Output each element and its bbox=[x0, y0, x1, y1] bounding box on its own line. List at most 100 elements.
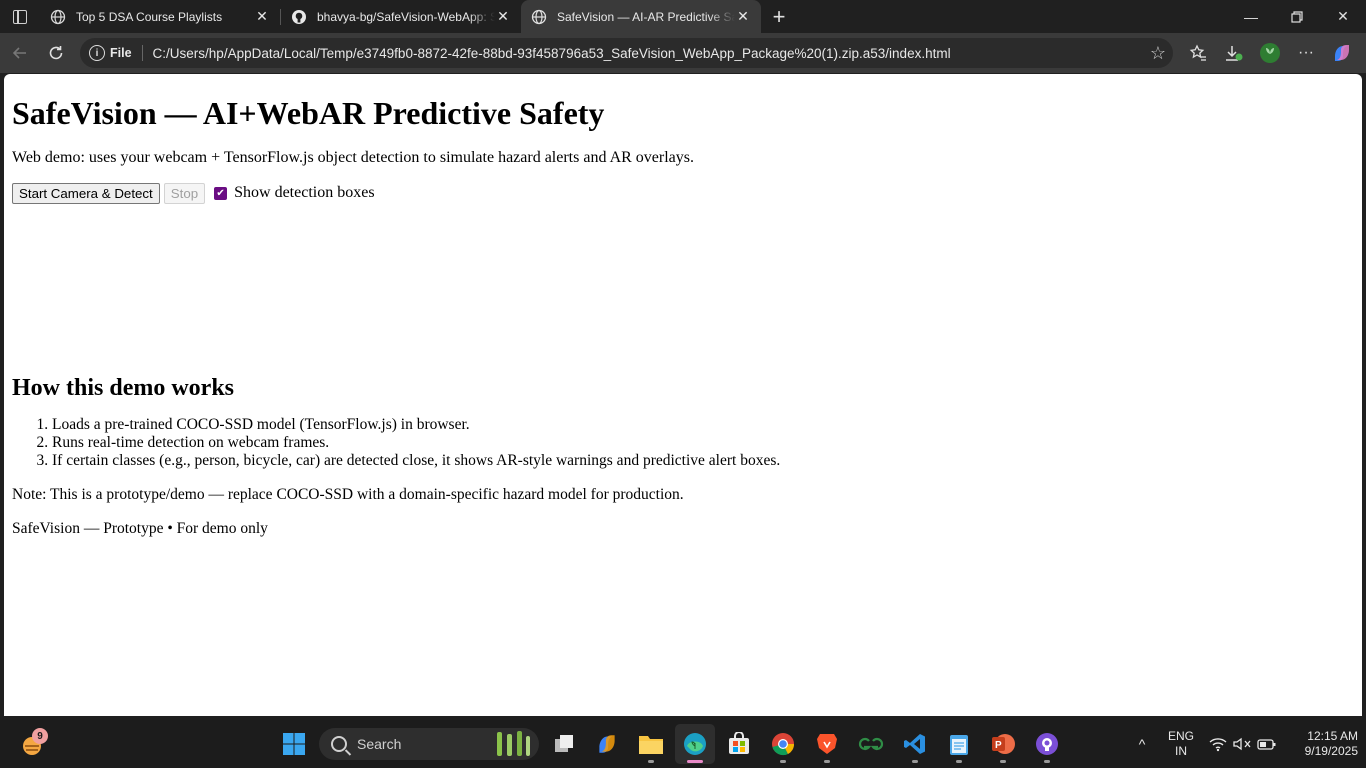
notepad-button[interactable] bbox=[939, 724, 979, 764]
info-icon[interactable]: i bbox=[89, 45, 105, 61]
restore-button[interactable] bbox=[1274, 0, 1320, 33]
clock-date: 9/19/2025 bbox=[1304, 744, 1358, 758]
edge-icon bbox=[684, 733, 706, 755]
toolbar-icons: ··· bbox=[1180, 33, 1360, 73]
copilot-app-button[interactable] bbox=[587, 724, 627, 764]
list-item: If certain classes (e.g., person, bicycl… bbox=[52, 452, 1354, 470]
brave-icon bbox=[817, 734, 837, 754]
window-controls: — ✕ bbox=[1228, 0, 1366, 33]
running-indicator bbox=[912, 760, 918, 763]
close-icon[interactable]: ✕ bbox=[254, 8, 270, 25]
tab-github-repo[interactable]: bhavya-bg/SafeVision-WebApp: S ✕ bbox=[281, 0, 521, 33]
github-desktop-icon bbox=[1036, 733, 1058, 755]
refresh-button[interactable] bbox=[38, 37, 74, 69]
web-page: SafeVision — AI+WebAR Predictive Safety … bbox=[4, 74, 1362, 716]
back-button[interactable] bbox=[2, 37, 38, 69]
notification-badge: 9 bbox=[32, 728, 48, 744]
chrome-button[interactable] bbox=[763, 724, 803, 764]
new-tab-button[interactable]: + bbox=[761, 0, 797, 33]
tab-actions-icon bbox=[13, 9, 27, 24]
tab-title: bhavya-bg/SafeVision-WebApp: S bbox=[317, 9, 495, 24]
tab-dsa-playlists[interactable]: Top 5 DSA Course Playlists ✕ bbox=[40, 0, 280, 33]
github-desktop-button[interactable] bbox=[1027, 724, 1067, 764]
geeksforgeeks-button[interactable] bbox=[851, 724, 891, 764]
running-indicator bbox=[780, 760, 786, 763]
browser-toolbar: i File C:/Users/hp/AppData/Local/Temp/e3… bbox=[0, 33, 1366, 73]
quick-settings[interactable] bbox=[1208, 720, 1278, 768]
close-icon[interactable]: ✕ bbox=[735, 8, 751, 25]
url-text[interactable]: C:/Users/hp/AppData/Local/Temp/e3749fb0-… bbox=[153, 46, 1143, 61]
address-divider bbox=[141, 45, 143, 61]
list-item: Loads a pre-trained COCO-SSD model (Tens… bbox=[52, 416, 1354, 434]
scheme-label: File bbox=[110, 46, 132, 60]
back-arrow-icon bbox=[12, 47, 26, 59]
active-indicator bbox=[687, 760, 703, 763]
extension-icon[interactable] bbox=[1252, 37, 1288, 69]
powerpoint-icon: P bbox=[992, 734, 1015, 754]
task-view-button[interactable] bbox=[544, 724, 584, 764]
show-boxes-label: Show detection boxes bbox=[234, 184, 375, 201]
folder-icon bbox=[639, 736, 663, 754]
task-view-icon bbox=[555, 735, 573, 752]
more-options-icon[interactable]: ··· bbox=[1288, 37, 1324, 69]
stop-button[interactable]: Stop bbox=[163, 182, 206, 204]
favorite-star-icon[interactable]: ☆ bbox=[1143, 43, 1173, 64]
clock-time: 12:15 AM bbox=[1307, 729, 1358, 743]
tab-safevision[interactable]: SafeVision — AI-AR Predictive Saf ✕ bbox=[521, 0, 761, 33]
controls-row: Start Camera & Detect Stop ✔ Show detect… bbox=[12, 182, 1354, 204]
close-icon[interactable]: ✕ bbox=[495, 8, 511, 25]
tab-title: SafeVision — AI-AR Predictive Saf bbox=[557, 9, 735, 24]
chrome-icon bbox=[772, 733, 795, 756]
region-code: IN bbox=[1175, 744, 1187, 758]
tab-actions-button[interactable] bbox=[0, 0, 40, 33]
widgets-button[interactable]: 9 bbox=[12, 724, 52, 764]
downloads-icon[interactable] bbox=[1216, 37, 1252, 69]
clock[interactable]: 12:15 AM 9/19/2025 bbox=[1282, 720, 1358, 768]
vscode-button[interactable] bbox=[895, 724, 935, 764]
search-placeholder: Search bbox=[357, 736, 402, 752]
show-boxes-checkbox[interactable]: ✔ bbox=[214, 186, 228, 200]
taskbar-search[interactable]: Search bbox=[319, 728, 539, 760]
globe-icon bbox=[50, 9, 66, 25]
steps-list: Loads a pre-trained COCO-SSD model (Tens… bbox=[12, 416, 1354, 470]
volume-muted-icon bbox=[1233, 737, 1251, 751]
how-it-works-heading: How this demo works bbox=[12, 375, 235, 401]
store-icon bbox=[729, 732, 749, 754]
running-indicator bbox=[1044, 760, 1050, 763]
close-window-button[interactable]: ✕ bbox=[1320, 0, 1366, 33]
gfg-icon bbox=[858, 737, 884, 751]
start-button[interactable] bbox=[274, 724, 314, 764]
running-indicator bbox=[648, 760, 654, 763]
bamboo-highlight-icon bbox=[497, 731, 530, 756]
show-hidden-icons-chevron-up-icon[interactable]: ^ bbox=[1130, 736, 1154, 752]
start-camera-button[interactable]: Start Camera & Detect bbox=[12, 182, 160, 204]
globe-icon bbox=[531, 9, 547, 25]
running-indicator bbox=[956, 760, 962, 763]
video-canvas-area bbox=[12, 204, 1354, 364]
copilot-icon[interactable] bbox=[1324, 37, 1360, 69]
edge-browser-button[interactable] bbox=[675, 724, 715, 764]
screen: Top 5 DSA Course Playlists ✕ bhavya-bg/S… bbox=[0, 0, 1366, 768]
system-tray: ^ bbox=[1130, 720, 1154, 768]
language-indicator[interactable]: ENG IN bbox=[1160, 720, 1202, 768]
address-bar[interactable]: i File C:/Users/hp/AppData/Local/Temp/e3… bbox=[80, 38, 1173, 68]
file-explorer-button[interactable] bbox=[631, 724, 671, 764]
minimize-button[interactable]: — bbox=[1228, 0, 1274, 33]
wifi-icon bbox=[1209, 738, 1227, 752]
favorites-icon[interactable] bbox=[1180, 37, 1216, 69]
svg-text:P: P bbox=[995, 740, 1002, 751]
vscode-icon bbox=[904, 734, 925, 754]
search-icon bbox=[331, 736, 347, 752]
footer-text: SafeVision — Prototype • For demo only bbox=[12, 520, 268, 537]
microsoft-store-button[interactable] bbox=[719, 724, 759, 764]
language-code: ENG bbox=[1167, 729, 1194, 743]
windows-start-icon bbox=[283, 733, 305, 755]
refresh-icon bbox=[49, 46, 63, 60]
brave-button[interactable] bbox=[807, 724, 847, 764]
page-subtitle: Web demo: uses your webcam + TensorFlow.… bbox=[12, 149, 694, 166]
powerpoint-button[interactable]: P bbox=[983, 724, 1023, 764]
tab-title: Top 5 DSA Course Playlists bbox=[76, 9, 223, 24]
taskbar: 9 Search P ^ ENG IN 12:15 AM 9/19/2025 bbox=[0, 720, 1366, 768]
copilot-app-icon bbox=[599, 735, 615, 753]
restore-icon bbox=[1291, 10, 1303, 23]
